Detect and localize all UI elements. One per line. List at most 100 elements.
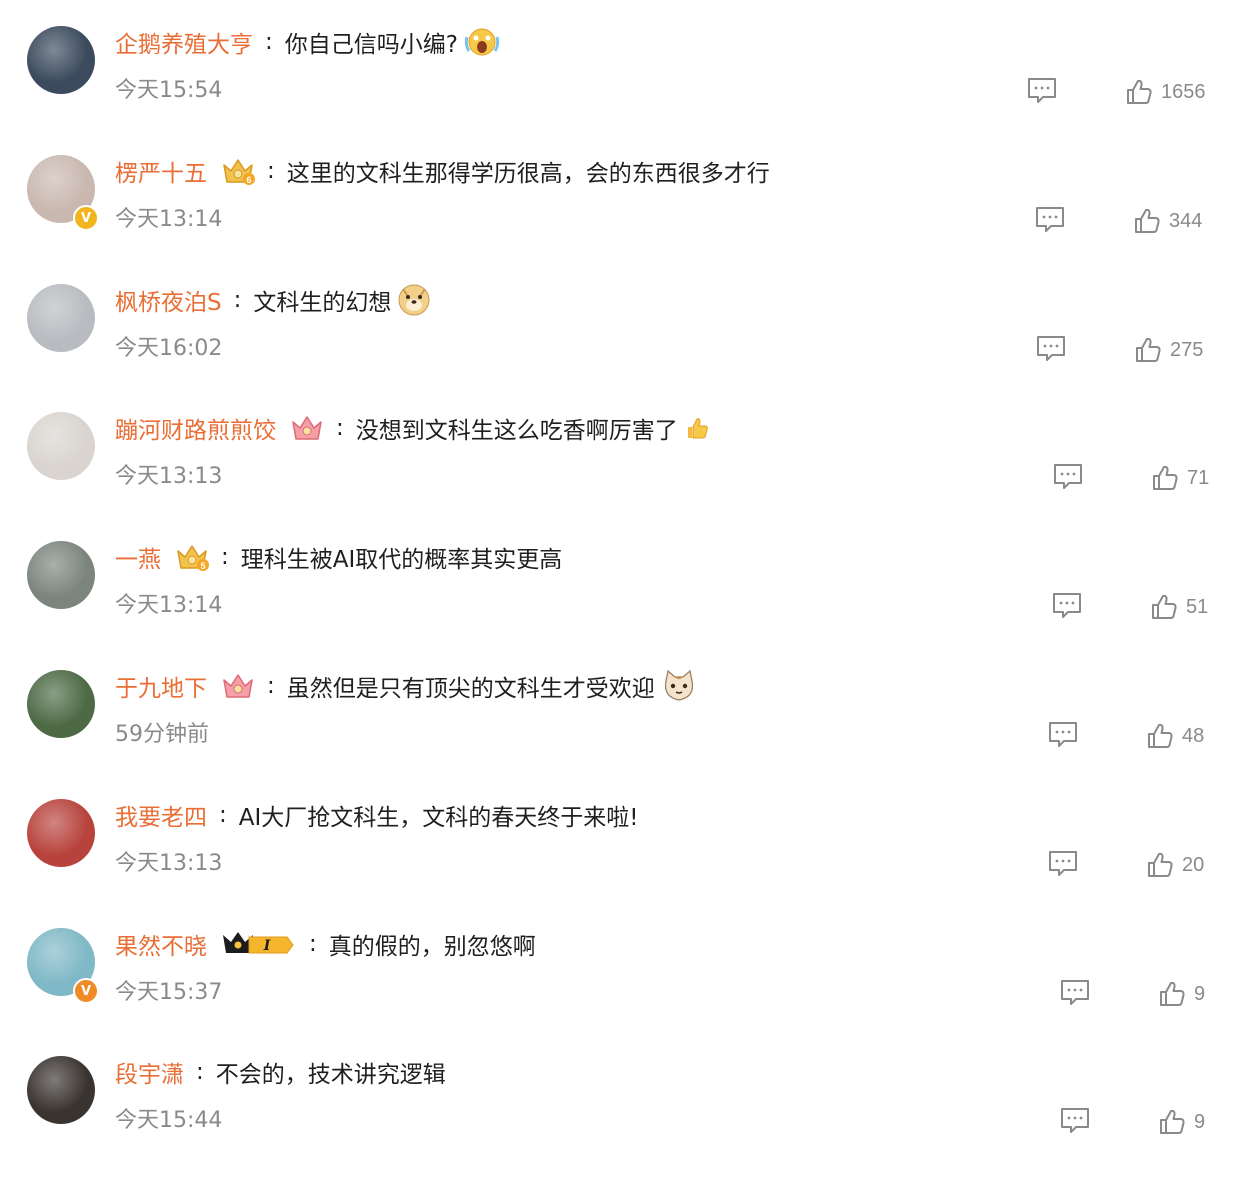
thumbs-up-icon bbox=[1158, 980, 1186, 1008]
username-link[interactable]: 段宇潇 bbox=[115, 1055, 184, 1089]
reply-button[interactable] bbox=[1051, 591, 1083, 619]
avatar-image bbox=[27, 670, 95, 738]
comment-header: 枫桥夜泊S: 文科生的幻想 bbox=[115, 284, 431, 316]
thumbs-up-icon bbox=[1158, 1108, 1186, 1136]
like-count: 51 bbox=[1186, 595, 1209, 618]
comment-header: 蹦河财路煎煎饺: 没想到文科生这么吃香啊厉害了 bbox=[115, 412, 710, 444]
comment-item: 我要老四: AI大厂抢文科生，文科的春天终于来啦! 今天13:13 20 bbox=[0, 799, 1256, 927]
comment-item: 企鹅养殖大亨: 你自己信吗小编? 今天15:54 1656 bbox=[0, 26, 1256, 154]
comment-item: 一燕 5: 理科生被AI取代的概率其实更高 今天13:14 51 bbox=[0, 541, 1256, 669]
username-link[interactable]: 企鹅养殖大亨 bbox=[115, 25, 253, 59]
avatar-image bbox=[27, 284, 95, 352]
comment-timestamp: 今天15:54 bbox=[115, 78, 223, 103]
reply-button[interactable] bbox=[1059, 978, 1091, 1006]
thumbs-up-icon bbox=[1151, 464, 1179, 492]
vip-crown-I-icon: I bbox=[221, 929, 297, 959]
comment-timestamp: 59分钟前 bbox=[115, 722, 209, 747]
like-button[interactable]: 275 bbox=[1134, 335, 1203, 365]
comment-text: 这里的文科生那得学历很高，会的东西很多才行 bbox=[286, 161, 770, 187]
comment-item: V 果然不晓 I: 真的假的，别忽悠啊 今天15:37 9 bbox=[0, 928, 1256, 1056]
reply-button[interactable] bbox=[1035, 334, 1067, 362]
avatar-image bbox=[27, 412, 95, 480]
like-count: 9 bbox=[1194, 1110, 1206, 1133]
avatar[interactable]: V bbox=[27, 928, 99, 1004]
comment-bubble-icon bbox=[1026, 78, 1058, 108]
colon-separator: : bbox=[265, 29, 273, 55]
comment-text: 文科生的幻想 bbox=[253, 290, 392, 316]
avatar-image bbox=[27, 26, 95, 94]
comment-header: 于九地下: 虽然但是只有顶尖的文科生才受欢迎 bbox=[115, 669, 697, 703]
thumbs-up-icon bbox=[1146, 722, 1174, 750]
avatar[interactable] bbox=[27, 412, 95, 480]
pink-crown-icon bbox=[290, 413, 324, 443]
thumbs-up-emoji bbox=[684, 415, 710, 441]
comment-item: 蹦河财路煎煎饺: 没想到文科生这么吃香啊厉害了 今天13:13 71 bbox=[0, 412, 1256, 540]
comment-bubble-icon bbox=[1051, 593, 1083, 623]
svg-text:I: I bbox=[263, 938, 271, 954]
comment-header: 我要老四: AI大厂抢文科生，文科的春天终于来啦! bbox=[115, 799, 639, 831]
comment-text: 没想到文科生这么吃香啊厉害了 bbox=[355, 418, 678, 444]
username-link[interactable]: 蹦河财路煎煎饺 bbox=[115, 411, 276, 445]
colon-separator: : bbox=[233, 287, 242, 313]
like-button[interactable]: 9 bbox=[1158, 979, 1205, 1009]
like-button[interactable]: 48 bbox=[1146, 721, 1204, 751]
comment-bubble-icon bbox=[1047, 851, 1079, 881]
avatar[interactable]: V bbox=[27, 155, 99, 231]
comment-bubble-icon bbox=[1059, 980, 1091, 1010]
username-link[interactable]: 楞严十五 bbox=[115, 154, 207, 188]
comment-text: 你自己信吗小编? bbox=[284, 32, 458, 58]
avatar[interactable] bbox=[27, 799, 95, 867]
gold-crown-6-icon: 6 bbox=[221, 156, 255, 186]
reply-button[interactable] bbox=[1034, 205, 1066, 233]
reply-button[interactable] bbox=[1052, 462, 1084, 490]
username-link[interactable]: 果然不晓 bbox=[115, 927, 207, 961]
avatar[interactable] bbox=[27, 284, 95, 352]
reply-button[interactable] bbox=[1059, 1106, 1091, 1134]
like-button[interactable]: 51 bbox=[1150, 592, 1208, 622]
avatar[interactable] bbox=[27, 1056, 95, 1124]
avatar-image bbox=[27, 1056, 95, 1124]
username-link[interactable]: 于九地下 bbox=[115, 669, 207, 703]
comment-header: 一燕 5: 理科生被AI取代的概率其实更高 bbox=[115, 541, 562, 573]
comment-text: 虽然但是只有顶尖的文科生才受欢迎 bbox=[286, 676, 655, 702]
colon-separator: : bbox=[196, 1059, 204, 1085]
thumbs-up-icon bbox=[1133, 207, 1161, 235]
like-button[interactable]: 1656 bbox=[1125, 77, 1206, 107]
comment-bubble-icon bbox=[1034, 207, 1066, 237]
username-link[interactable]: 枫桥夜泊S bbox=[115, 283, 222, 317]
comment-timestamp: 今天13:14 bbox=[115, 593, 223, 618]
comment-timestamp: 今天13:13 bbox=[115, 851, 223, 876]
avatar[interactable] bbox=[27, 541, 95, 609]
username-link[interactable]: 我要老四 bbox=[115, 798, 207, 832]
like-button[interactable]: 9 bbox=[1158, 1107, 1205, 1137]
comment-bubble-icon bbox=[1059, 1108, 1091, 1138]
colon-separator: : bbox=[221, 544, 229, 570]
comment-item: 枫桥夜泊S: 文科生的幻想 今天16:02 275 bbox=[0, 284, 1256, 412]
svg-text:6: 6 bbox=[246, 175, 251, 185]
comment-bubble-icon bbox=[1035, 336, 1067, 366]
reply-button[interactable] bbox=[1047, 849, 1079, 877]
reply-button[interactable] bbox=[1047, 720, 1079, 748]
comment-text: AI大厂抢文科生，文科的春天终于来啦! bbox=[238, 805, 639, 831]
comment-bubble-icon bbox=[1052, 464, 1084, 494]
like-count: 71 bbox=[1187, 466, 1210, 489]
cat-emoji bbox=[661, 669, 697, 703]
avatar[interactable] bbox=[27, 670, 95, 738]
colon-separator: : bbox=[309, 931, 317, 957]
comment-timestamp: 今天13:14 bbox=[115, 207, 223, 232]
avatar[interactable] bbox=[27, 26, 95, 94]
thumbs-up-icon bbox=[1150, 593, 1178, 621]
comment-header: 企鹅养殖大亨: 你自己信吗小编? bbox=[115, 26, 500, 58]
thumbs-up-icon bbox=[1146, 851, 1174, 879]
comment-header: 果然不晓 I: 真的假的，别忽悠啊 bbox=[115, 928, 536, 960]
colon-separator: : bbox=[267, 673, 275, 699]
username-link[interactable]: 一燕 bbox=[115, 540, 161, 574]
comment-timestamp: 今天15:37 bbox=[115, 980, 223, 1005]
gold-crown-5-icon: 5 bbox=[175, 542, 209, 572]
comment-item: 于九地下: 虽然但是只有顶尖的文科生才受欢迎 59分钟前 48 bbox=[0, 669, 1256, 798]
like-button[interactable]: 71 bbox=[1151, 463, 1209, 493]
reply-button[interactable] bbox=[1026, 76, 1058, 104]
like-button[interactable]: 20 bbox=[1146, 850, 1204, 880]
like-button[interactable]: 344 bbox=[1133, 206, 1202, 236]
pink-crown-icon bbox=[221, 671, 255, 701]
